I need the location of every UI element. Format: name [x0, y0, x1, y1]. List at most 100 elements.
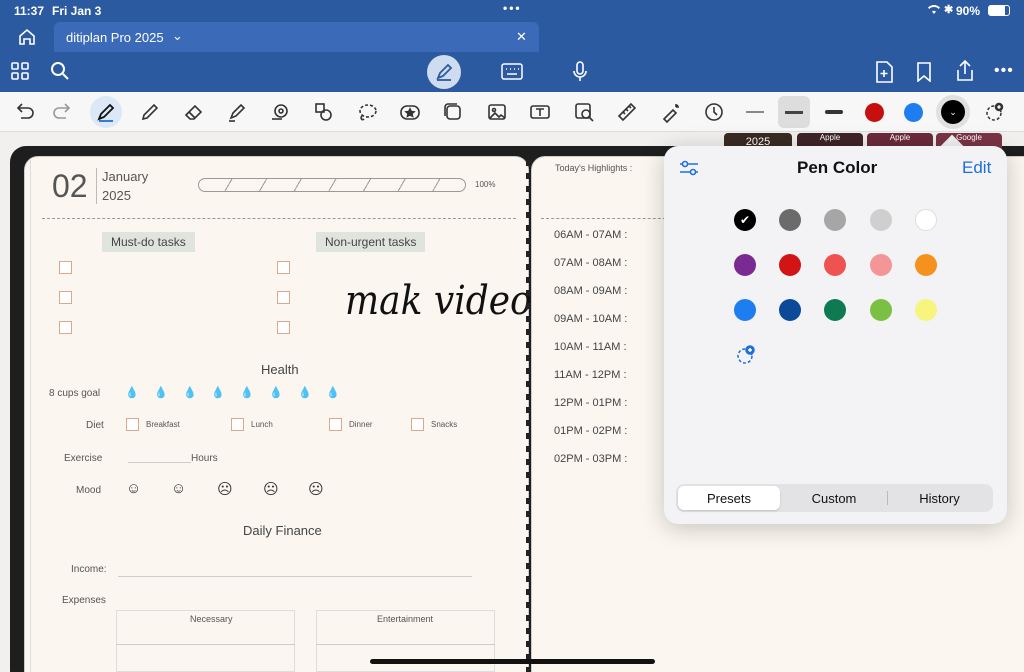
color-swatch-coral[interactable] [824, 254, 846, 276]
water-drop-icon[interactable]: 💧 [125, 386, 139, 399]
history-clock-icon[interactable] [700, 98, 728, 126]
highlighter-icon[interactable] [223, 98, 251, 126]
water-drop-icon[interactable]: 💧 [269, 386, 283, 399]
color-blue-swatch[interactable] [899, 98, 927, 126]
time-slot[interactable]: 09AM - 10AM : [554, 313, 627, 325]
mood-smile-icon[interactable]: ☺ [171, 480, 186, 497]
time-slot[interactable]: 08AM - 09AM : [554, 285, 627, 297]
pen-tool-icon[interactable] [90, 96, 122, 128]
must-do-tag: Must-do tasks [102, 232, 195, 252]
mood-happy-icon[interactable]: ☺ [126, 480, 141, 497]
pen-color-popover: Pen Color Edit ✔ Presets Custom History [664, 146, 1007, 524]
home-indicator[interactable] [370, 659, 655, 664]
color-swatch-yellow[interactable] [915, 299, 937, 321]
zoom-image-icon[interactable] [570, 98, 598, 126]
segment-history[interactable]: History [888, 486, 991, 510]
tab-title: ditiplan Pro 2025 [66, 30, 164, 45]
must-do-checkbox-1[interactable] [59, 261, 72, 274]
text-box-icon[interactable] [526, 98, 554, 126]
shapes-icon[interactable] [309, 98, 337, 126]
color-swatch-red[interactable] [779, 254, 801, 276]
water-drop-icon[interactable]: 💧 [154, 386, 168, 399]
stroke-medium-option[interactable] [778, 96, 810, 128]
ruler-icon[interactable] [613, 98, 641, 126]
color-swatch-light-gray[interactable] [870, 209, 892, 231]
water-drop-icon[interactable]: 💧 [183, 386, 197, 399]
color-swatch-pink[interactable] [870, 254, 892, 276]
color-swatch-purple[interactable] [734, 254, 756, 276]
close-tab-icon[interactable]: ✕ [516, 29, 527, 45]
add-color-icon[interactable] [980, 98, 1008, 126]
microphone-icon[interactable] [571, 61, 589, 88]
segment-custom[interactable]: Custom [782, 486, 886, 510]
must-do-checkbox-2[interactable] [59, 291, 72, 304]
time-slot[interactable]: 01PM - 02PM : [554, 425, 627, 437]
time-slot[interactable]: 11AM - 12PM : [554, 369, 627, 381]
share-icon[interactable] [955, 59, 975, 87]
lunch-checkbox[interactable] [231, 418, 244, 431]
stroke-thin-option[interactable] [741, 98, 769, 126]
grid-view-icon[interactable] [11, 62, 29, 85]
mood-sad-icon[interactable]: ☹ [217, 480, 233, 498]
bookmark-icon[interactable] [916, 62, 932, 87]
sticky-note-icon[interactable] [439, 98, 467, 126]
image-icon[interactable] [483, 98, 511, 126]
chevron-down-icon[interactable]: ⌄ [172, 28, 183, 44]
search-icon[interactable] [50, 61, 70, 86]
add-color-icon[interactable] [735, 344, 757, 371]
color-swatch-blue[interactable] [734, 299, 756, 321]
undo-icon[interactable] [10, 98, 38, 126]
water-drop-icon[interactable]: 💧 [211, 386, 225, 399]
document-tab[interactable]: ditiplan Pro 2025 ⌄ ✕ [54, 22, 539, 52]
segment-presets[interactable]: Presets [678, 486, 780, 510]
color-swatch-dark-gray[interactable] [779, 209, 801, 231]
keyboard-icon[interactable] [501, 63, 523, 85]
redo-icon[interactable] [49, 98, 77, 126]
water-drop-icon[interactable]: 💧 [326, 386, 340, 399]
color-black-selected[interactable]: ⌄ [936, 95, 970, 129]
color-swatch-white[interactable] [915, 209, 937, 231]
sticker-icon[interactable] [396, 98, 424, 126]
lasso-icon[interactable] [353, 98, 381, 126]
mood-annoyed-icon[interactable]: ☹ [308, 480, 324, 498]
non-urgent-checkbox-3[interactable] [277, 321, 290, 334]
color-swatch-navy[interactable] [779, 299, 801, 321]
time-slot[interactable]: 10AM - 11AM : [554, 341, 627, 353]
water-drop-icon[interactable]: 💧 [240, 386, 254, 399]
time-slot[interactable]: 07AM - 08AM : [554, 257, 627, 269]
multitask-dots-icon[interactable]: ••• [503, 1, 522, 15]
edit-button[interactable]: Edit [962, 158, 991, 178]
snacks-checkbox[interactable] [411, 418, 424, 431]
non-urgent-checkbox-1[interactable] [277, 261, 290, 274]
sliders-icon[interactable] [679, 160, 699, 181]
more-options-icon[interactable]: ••• [994, 62, 1014, 80]
color-swatch-lime[interactable] [870, 299, 892, 321]
mood-crying-icon[interactable]: ☹ [263, 480, 279, 498]
eraser-icon[interactable] [180, 98, 208, 126]
laser-pointer-icon[interactable] [657, 98, 685, 126]
color-swatch-gray[interactable] [824, 209, 846, 231]
entertainment-row[interactable] [316, 644, 495, 645]
color-red-swatch[interactable] [860, 98, 888, 126]
dinner-checkbox[interactable] [329, 418, 342, 431]
breakfast-checkbox[interactable] [126, 418, 139, 431]
income-input-line[interactable] [118, 576, 472, 577]
color-swatch-green[interactable] [824, 299, 846, 321]
necessary-row[interactable] [116, 644, 295, 645]
add-page-icon[interactable] [875, 61, 893, 88]
pencil-icon[interactable] [136, 98, 164, 126]
handwritten-note[interactable]: mak video [345, 278, 532, 324]
color-swatch-orange[interactable] [915, 254, 937, 276]
pen-mode-button[interactable] [427, 55, 461, 89]
water-drop-icon[interactable]: 💧 [298, 386, 312, 399]
shape-tool-icon[interactable] [266, 98, 294, 126]
non-urgent-checkbox-2[interactable] [277, 291, 290, 304]
color-swatch-black[interactable]: ✔ [734, 209, 756, 231]
time-slot[interactable]: 02PM - 03PM : [554, 453, 627, 465]
time-slot[interactable]: 06AM - 07AM : [554, 229, 627, 241]
exercise-input-line[interactable] [128, 462, 191, 463]
must-do-checkbox-3[interactable] [59, 321, 72, 334]
home-icon[interactable] [18, 28, 36, 50]
stroke-thick-option[interactable] [820, 98, 848, 126]
time-slot[interactable]: 12PM - 01PM : [554, 397, 627, 409]
